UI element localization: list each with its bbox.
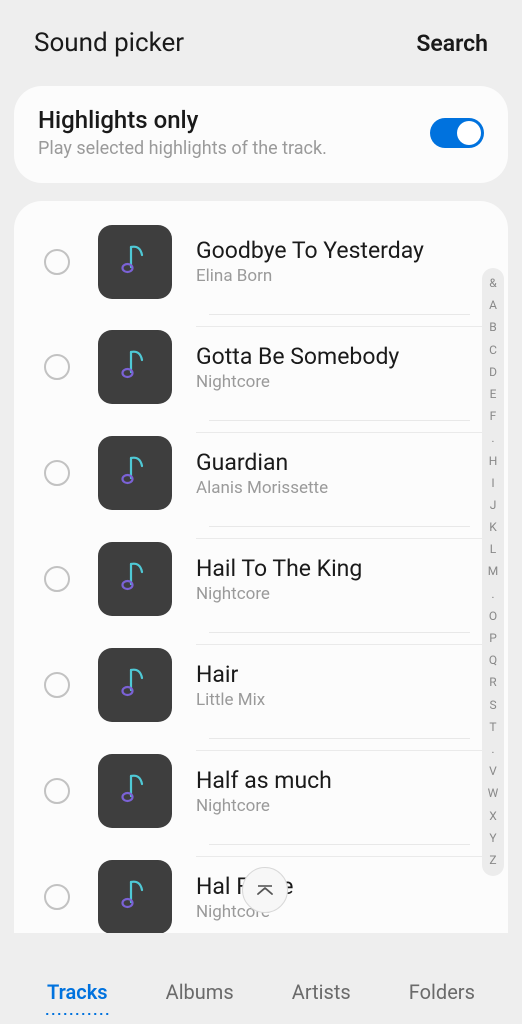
track-row[interactable]: GuardianAlanis Morissette	[14, 420, 508, 526]
toggle-knob	[457, 121, 481, 145]
divider	[209, 738, 470, 739]
alpha-index-letter[interactable]: T	[489, 718, 496, 737]
track-row[interactable]: Goodbye To YesterdayElina Born	[14, 209, 508, 314]
page-title: Sound picker	[34, 28, 184, 58]
track-title: Goodbye To Yesterday	[196, 237, 504, 264]
music-note-icon	[118, 241, 152, 283]
track-info: Hail To The KingNightcore	[196, 538, 504, 620]
highlights-title: Highlights only	[38, 106, 430, 134]
track-radio[interactable]	[44, 778, 70, 804]
track-thumbnail	[98, 225, 172, 299]
track-thumbnail	[98, 542, 172, 616]
alpha-index-letter[interactable]: E	[490, 385, 497, 404]
alpha-index-letter[interactable]: O	[489, 607, 497, 626]
highlights-card: Highlights only Play selected highlights…	[14, 86, 508, 183]
track-artist: Nightcore	[196, 902, 504, 922]
track-artist: Nightcore	[196, 372, 504, 392]
track-radio[interactable]	[44, 672, 70, 698]
nav-tab-albums[interactable]: Albums	[162, 972, 238, 1012]
alpha-index-letter[interactable]: R	[489, 673, 496, 692]
music-note-icon	[118, 876, 152, 918]
alpha-index-letter[interactable]: H	[489, 452, 498, 471]
alpha-index-letter[interactable]: B	[489, 318, 496, 337]
alpha-index-letter[interactable]: Y	[489, 829, 496, 848]
search-button[interactable]: Search	[416, 30, 488, 57]
nav-tab-tracks[interactable]: Tracks	[43, 972, 111, 1012]
track-artist: Little Mix	[196, 690, 504, 710]
alpha-index-letter[interactable]: X	[489, 807, 497, 826]
track-title: Hail To The King	[196, 555, 504, 582]
track-artist: Nightcore	[196, 796, 504, 816]
alpha-index-letter[interactable]: M	[488, 562, 498, 581]
track-title: Gotta Be Somebody	[196, 343, 504, 370]
divider	[209, 314, 470, 315]
track-title: Guardian	[196, 449, 504, 476]
alpha-index-letter[interactable]: C	[489, 341, 497, 360]
track-info: Goodbye To YesterdayElina Born	[196, 221, 504, 302]
track-thumbnail	[98, 860, 172, 933]
track-artist: Alanis Morissette	[196, 478, 504, 498]
alpha-index-letter[interactable]: V	[489, 762, 497, 781]
track-thumbnail	[98, 754, 172, 828]
alpha-index-letter[interactable]: &	[489, 274, 496, 293]
track-info: HairLittle Mix	[196, 644, 504, 726]
divider	[209, 420, 470, 421]
alpha-index-letter[interactable]: A	[489, 296, 497, 315]
track-row[interactable]: HairLittle Mix	[14, 632, 508, 738]
alpha-index-letter[interactable]: L	[490, 540, 496, 559]
highlights-text: Highlights only Play selected highlights…	[38, 106, 430, 159]
music-note-icon	[118, 770, 152, 812]
music-note-icon	[118, 452, 152, 494]
alpha-index-letter[interactable]: Z	[489, 851, 496, 870]
alpha-index-letter[interactable]: I	[491, 474, 494, 493]
alpha-index-scroll[interactable]: & ABCDEF. HIJKLM. OPQRST. VWXYZ	[482, 268, 504, 876]
alpha-index-letter[interactable]: .	[491, 429, 494, 448]
track-thumbnail	[98, 330, 172, 404]
scroll-to-top-button[interactable]	[242, 867, 288, 913]
divider	[209, 844, 470, 845]
alpha-index-letter[interactable]: .	[491, 740, 494, 759]
music-note-icon	[118, 664, 152, 706]
alpha-index-letter[interactable]: P	[489, 629, 497, 648]
track-radio[interactable]	[44, 354, 70, 380]
track-info: Half as muchNightcore	[196, 750, 504, 832]
track-row[interactable]: Hail To The KingNightcore	[14, 526, 508, 632]
alpha-index-letter[interactable]: J	[490, 496, 497, 515]
highlights-subtitle: Play selected highlights of the track.	[38, 138, 430, 159]
track-thumbnail	[98, 436, 172, 510]
track-artist: Nightcore	[196, 584, 504, 604]
track-radio[interactable]	[44, 460, 70, 486]
tracks-list: Goodbye To YesterdayElina Born Gotta Be S…	[14, 201, 508, 933]
music-note-icon	[118, 558, 152, 600]
nav-tab-folders[interactable]: Folders	[405, 972, 479, 1012]
alpha-index-letter[interactable]: Q	[489, 651, 497, 670]
divider	[209, 632, 470, 633]
track-thumbnail	[98, 648, 172, 722]
alpha-index-letter[interactable]: K	[489, 518, 497, 537]
highlights-toggle[interactable]	[430, 118, 484, 148]
alpha-index-letter[interactable]: W	[488, 784, 499, 803]
track-title: Hair	[196, 661, 504, 688]
track-title: Half as much	[196, 767, 504, 794]
bottom-nav: Tracks Albums Artists Folders	[0, 960, 522, 1024]
chevron-up-icon	[254, 879, 276, 901]
alpha-index-letter[interactable]: .	[491, 585, 494, 604]
track-row[interactable]: Gotta Be SomebodyNightcore	[14, 314, 508, 420]
divider	[209, 526, 470, 527]
track-info: Gotta Be SomebodyNightcore	[196, 326, 504, 408]
track-info: GuardianAlanis Morissette	[196, 432, 504, 514]
alpha-index-letter[interactable]: F	[490, 407, 497, 426]
alpha-index-letter[interactable]: S	[489, 696, 496, 715]
header: Sound picker Search	[0, 0, 522, 76]
music-note-icon	[118, 346, 152, 388]
track-radio[interactable]	[44, 249, 70, 275]
track-artist: Elina Born	[196, 266, 504, 286]
nav-tab-artists[interactable]: Artists	[288, 972, 355, 1012]
track-radio[interactable]	[44, 566, 70, 592]
alpha-index-letter[interactable]: D	[489, 363, 497, 382]
track-row[interactable]: Half as muchNightcore	[14, 738, 508, 844]
track-radio[interactable]	[44, 884, 70, 910]
